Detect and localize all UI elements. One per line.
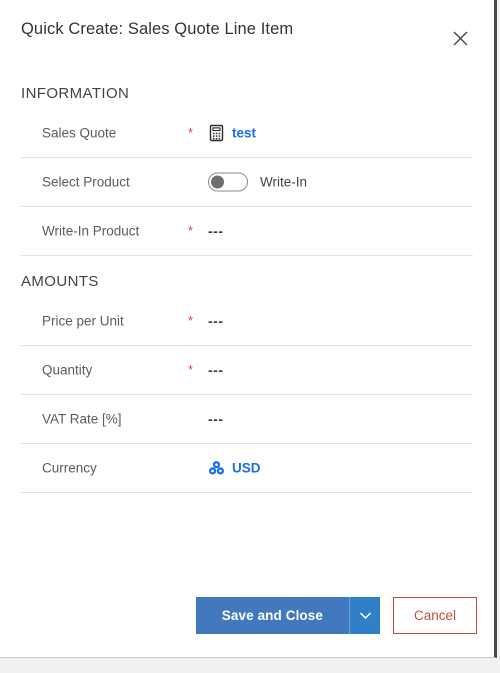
save-and-close-split-button[interactable]: Save and Close [195, 597, 380, 634]
toggle-knob [211, 175, 224, 189]
field-value-write-in-product[interactable]: --- [208, 223, 224, 239]
field-value-sales-quote[interactable]: test [208, 124, 256, 142]
toggle-state-label: Write-In [260, 174, 308, 190]
footer-buttons: Save and Close Cancel [195, 597, 477, 634]
required-indicator: * [188, 313, 194, 329]
field-value-currency[interactable]: USD [208, 460, 261, 477]
field-row-price-per-unit[interactable]: Price per Unit * --- [21, 297, 473, 346]
field-label-quantity: Quantity [42, 362, 93, 378]
field-row-write-in-product[interactable]: Write-In Product * --- [21, 207, 473, 256]
lookup-link-sales-quote[interactable]: test [232, 126, 256, 141]
field-value-quantity[interactable]: --- [208, 362, 224, 378]
save-options-dropdown-button[interactable] [349, 597, 380, 634]
empty-value-placeholder: --- [208, 313, 224, 329]
field-label-price-per-unit: Price per Unit [42, 313, 124, 329]
section-header-amounts: AMOUNTS [21, 273, 99, 290]
section-header-information: INFORMATION [21, 85, 130, 102]
empty-value-placeholder: --- [208, 411, 224, 427]
field-row-select-product[interactable]: Select Product Write-In [21, 158, 473, 207]
field-row-vat-rate[interactable]: VAT Rate [%] --- [21, 395, 473, 444]
field-label-currency: Currency [42, 460, 97, 476]
required-indicator: * [188, 362, 194, 378]
toggle-wrap[interactable]: Write-In [208, 172, 308, 192]
required-indicator: * [188, 125, 194, 141]
chevron-down-icon [359, 608, 372, 623]
panel-footer: Save and Close Cancel [0, 585, 494, 657]
field-value-price-per-unit[interactable]: --- [208, 313, 224, 329]
save-and-close-button[interactable]: Save and Close [195, 597, 349, 634]
cancel-button[interactable]: Cancel [393, 597, 477, 634]
field-value-vat-rate[interactable]: --- [208, 411, 224, 427]
currency-icon [208, 460, 225, 477]
field-label-sales-quote: Sales Quote [42, 125, 117, 141]
required-indicator: * [188, 223, 194, 239]
empty-value-placeholder: --- [208, 223, 224, 239]
field-row-sales-quote[interactable]: Sales Quote * test [21, 109, 473, 158]
field-row-currency[interactable]: Currency USD [21, 444, 473, 493]
empty-value-placeholder: --- [208, 362, 224, 378]
panel-header: Quick Create: Sales Quote Line Item [0, 0, 494, 62]
field-label-write-in-product: Write-In Product [42, 223, 140, 239]
form-body: INFORMATION Sales Quote * test Select Pr… [0, 79, 494, 493]
field-label-vat-rate: VAT Rate [%] [42, 411, 122, 427]
calculator-icon [208, 124, 225, 142]
field-row-quantity[interactable]: Quantity * --- [21, 346, 473, 395]
quick-create-panel: Quick Create: Sales Quote Line Item INFO… [0, 0, 497, 658]
lookup-link-currency[interactable]: USD [232, 461, 261, 476]
page-title: Quick Create: Sales Quote Line Item [21, 20, 294, 38]
select-product-toggle[interactable] [208, 172, 248, 192]
close-icon[interactable] [448, 26, 472, 50]
field-label-select-product: Select Product [42, 174, 130, 190]
field-value-select-product[interactable]: Write-In [208, 172, 308, 192]
